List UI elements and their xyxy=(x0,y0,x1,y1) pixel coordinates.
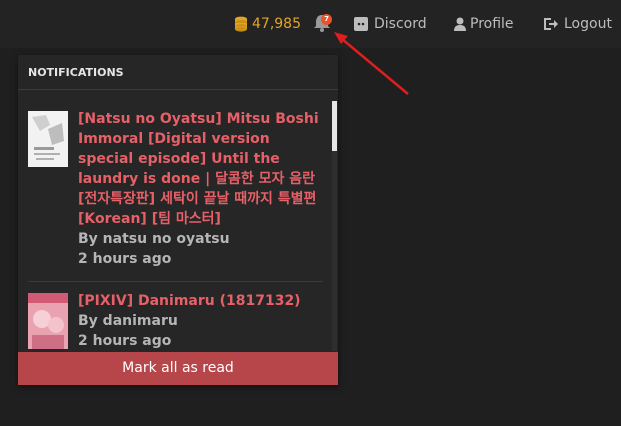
notification-thumbnail xyxy=(28,293,68,349)
notification-badge: 7 xyxy=(321,14,332,25)
coin-balance[interactable]: 47,985 xyxy=(234,14,301,34)
notification-time: 2 hours ago xyxy=(78,251,172,267)
notification-author: By danimaru xyxy=(78,313,178,329)
logout-link[interactable]: Logout xyxy=(543,14,612,34)
notification-thumbnail xyxy=(28,111,68,167)
notifications-list[interactable]: [Natsu no Oyatsu] Mitsu Boshi Immoral [D… xyxy=(18,91,338,351)
profile-link[interactable]: Profile xyxy=(454,14,514,34)
notification-time: 2 hours ago xyxy=(78,333,172,349)
coin-count: 47,985 xyxy=(252,16,301,32)
top-bar: 47,985 7 Discord Profile Logout xyxy=(0,0,621,48)
coins-icon xyxy=(235,16,247,32)
notification-title[interactable]: [PIXIV] Danimaru (1817132) xyxy=(78,291,323,311)
logout-label: Logout xyxy=(564,16,612,32)
divider xyxy=(28,281,323,282)
notification-title[interactable]: [Natsu no Oyatsu] Mitsu Boshi Immoral [D… xyxy=(78,109,323,229)
discord-icon xyxy=(354,17,368,31)
profile-label: Profile xyxy=(470,16,514,32)
notifications-header: NOTIFICATIONS xyxy=(18,55,338,90)
mark-all-read-button[interactable]: Mark all as read xyxy=(18,352,338,385)
logout-icon xyxy=(544,18,558,30)
notifications-panel: NOTIFICATIONS [Natsu no Oyatsu] Mitsu Bo… xyxy=(18,55,338,385)
notification-author: By natsu no oyatsu xyxy=(78,231,230,247)
discord-link[interactable]: Discord xyxy=(354,14,427,34)
discord-label: Discord xyxy=(374,16,427,32)
scrollbar-thumb[interactable] xyxy=(332,101,337,151)
user-icon xyxy=(454,17,466,31)
